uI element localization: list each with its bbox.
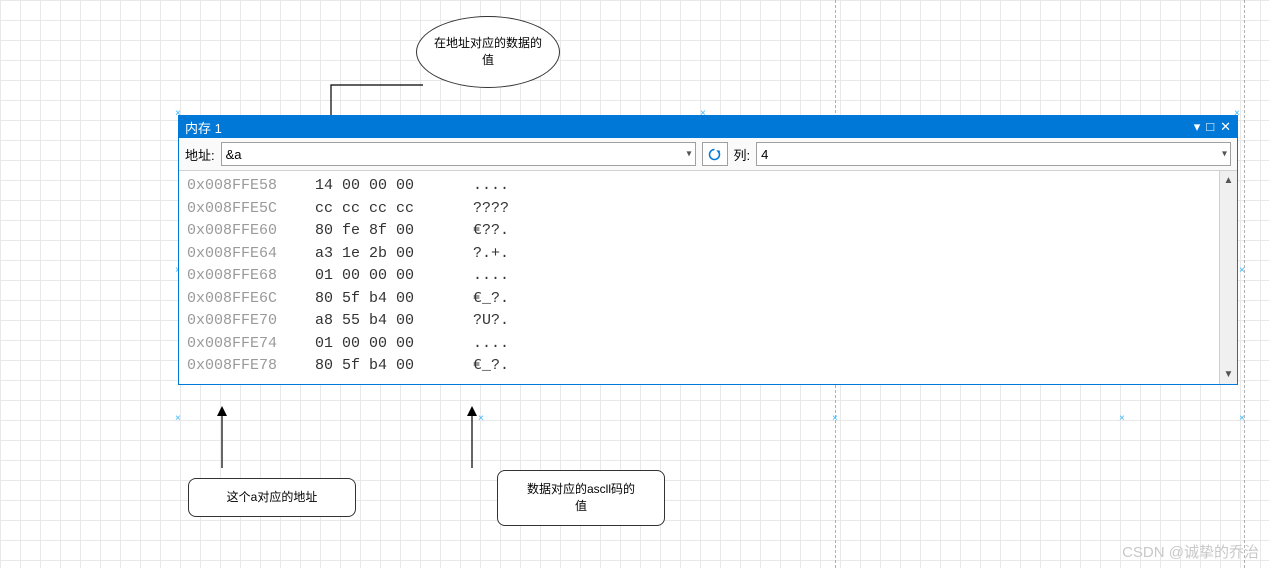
- memory-ascii: €_?.: [473, 288, 509, 311]
- selection-handle: ×: [700, 108, 706, 114]
- memory-ascii: €_?.: [473, 355, 509, 378]
- memory-ascii: ....: [473, 175, 509, 198]
- memory-lines: 0x008FFE58 14 00 00 00 ....0x008FFE5C cc…: [179, 171, 1219, 384]
- memory-address: 0x008FFE6C: [187, 288, 297, 311]
- refresh-button[interactable]: [702, 142, 728, 166]
- maximize-icon[interactable]: □: [1206, 119, 1214, 135]
- chevron-down-icon[interactable]: ▾: [686, 149, 691, 160]
- callout-address: 这个a对应的地址: [188, 478, 356, 517]
- memory-address: 0x008FFE60: [187, 220, 297, 243]
- memory-window: 内存 1 ▾ □ ✕ 地址: ▾ 列: ▾ 0x008FFE58 14 00 0…: [178, 115, 1238, 385]
- memory-ascii: ....: [473, 265, 509, 288]
- selection-handle: ×: [1119, 413, 1125, 419]
- memory-hex: cc cc cc cc: [315, 198, 455, 221]
- memory-address: 0x008FFE68: [187, 265, 297, 288]
- memory-row: 0x008FFE68 01 00 00 00 ....: [187, 265, 1211, 288]
- selection-handle: ×: [175, 413, 181, 419]
- selection-handle: ×: [832, 413, 838, 419]
- memory-hex: 80 5f b4 00: [315, 355, 455, 378]
- scroll-up-icon[interactable]: ▲: [1220, 171, 1238, 189]
- annotation-ellipse-text: 在地址对应的数据的 值: [434, 35, 542, 69]
- scroll-down-icon[interactable]: ▼: [1220, 366, 1238, 384]
- memory-address: 0x008FFE5C: [187, 198, 297, 221]
- guide-line: [1244, 0, 1245, 568]
- memory-hex: 14 00 00 00: [315, 175, 455, 198]
- selection-handle: ×: [1234, 108, 1240, 114]
- memory-row: 0x008FFE5C cc cc cc cc ????: [187, 198, 1211, 221]
- titlebar[interactable]: 内存 1 ▾ □ ✕: [179, 116, 1237, 138]
- memory-ascii: ????: [473, 198, 509, 221]
- memory-row: 0x008FFE58 14 00 00 00 ....: [187, 175, 1211, 198]
- memory-row: 0x008FFE70 a8 55 b4 00 ?U?.: [187, 310, 1211, 333]
- watermark: CSDN @诚挚的乔治: [1122, 541, 1259, 562]
- memory-hex: 01 00 00 00: [315, 333, 455, 356]
- memory-address: 0x008FFE74: [187, 333, 297, 356]
- memory-hex: 01 00 00 00: [315, 265, 455, 288]
- memory-hex: 80 fe 8f 00: [315, 220, 455, 243]
- address-combo[interactable]: ▾: [221, 142, 696, 166]
- memory-hex: a8 55 b4 00: [315, 310, 455, 333]
- columns-label: 列:: [734, 145, 751, 164]
- memory-row: 0x008FFE78 80 5f b4 00 €_?.: [187, 355, 1211, 378]
- memory-hex: 80 5f b4 00: [315, 288, 455, 311]
- memory-address: 0x008FFE58: [187, 175, 297, 198]
- address-input[interactable]: [221, 142, 696, 166]
- arrow-addr-to-callout: [200, 398, 260, 478]
- callout-ascii: 数据对应的ascll码的 值: [497, 470, 665, 526]
- memory-ascii: ....: [473, 333, 509, 356]
- memory-address: 0x008FFE64: [187, 243, 297, 266]
- memory-ascii: ?U?.: [473, 310, 509, 333]
- memory-ascii: €??.: [473, 220, 509, 243]
- vertical-scrollbar[interactable]: ▲ ▼: [1219, 171, 1237, 384]
- memory-hex: a3 1e 2b 00: [315, 243, 455, 266]
- memory-address: 0x008FFE70: [187, 310, 297, 333]
- refresh-icon: [707, 147, 722, 162]
- callout-address-text: 这个a对应的地址: [227, 490, 318, 504]
- memory-address: 0x008FFE78: [187, 355, 297, 378]
- columns-combo[interactable]: ▾: [756, 142, 1231, 166]
- dropdown-icon[interactable]: ▾: [1194, 119, 1201, 135]
- selection-handle: ×: [175, 108, 181, 114]
- memory-body: 0x008FFE58 14 00 00 00 ....0x008FFE5C cc…: [179, 171, 1237, 384]
- close-icon[interactable]: ✕: [1220, 119, 1231, 135]
- memory-row: 0x008FFE64 a3 1e 2b 00 ?.+.: [187, 243, 1211, 266]
- address-label: 地址:: [185, 145, 215, 164]
- memory-row: 0x008FFE6C 80 5f b4 00 €_?.: [187, 288, 1211, 311]
- callout-ascii-text: 数据对应的ascll码的 值: [527, 482, 635, 513]
- memory-row: 0x008FFE60 80 fe 8f 00 €??.: [187, 220, 1211, 243]
- memory-row: 0x008FFE74 01 00 00 00 ....: [187, 333, 1211, 356]
- selection-handle: ×: [1239, 265, 1245, 271]
- toolbar: 地址: ▾ 列: ▾: [179, 138, 1237, 171]
- selection-handle: ×: [1239, 413, 1245, 419]
- window-title: 内存 1: [185, 118, 222, 137]
- chevron-down-icon[interactable]: ▾: [1222, 149, 1227, 160]
- arrow-ascii-to-callout: [450, 398, 510, 478]
- memory-ascii: ?.+.: [473, 243, 509, 266]
- columns-input[interactable]: [756, 142, 1231, 166]
